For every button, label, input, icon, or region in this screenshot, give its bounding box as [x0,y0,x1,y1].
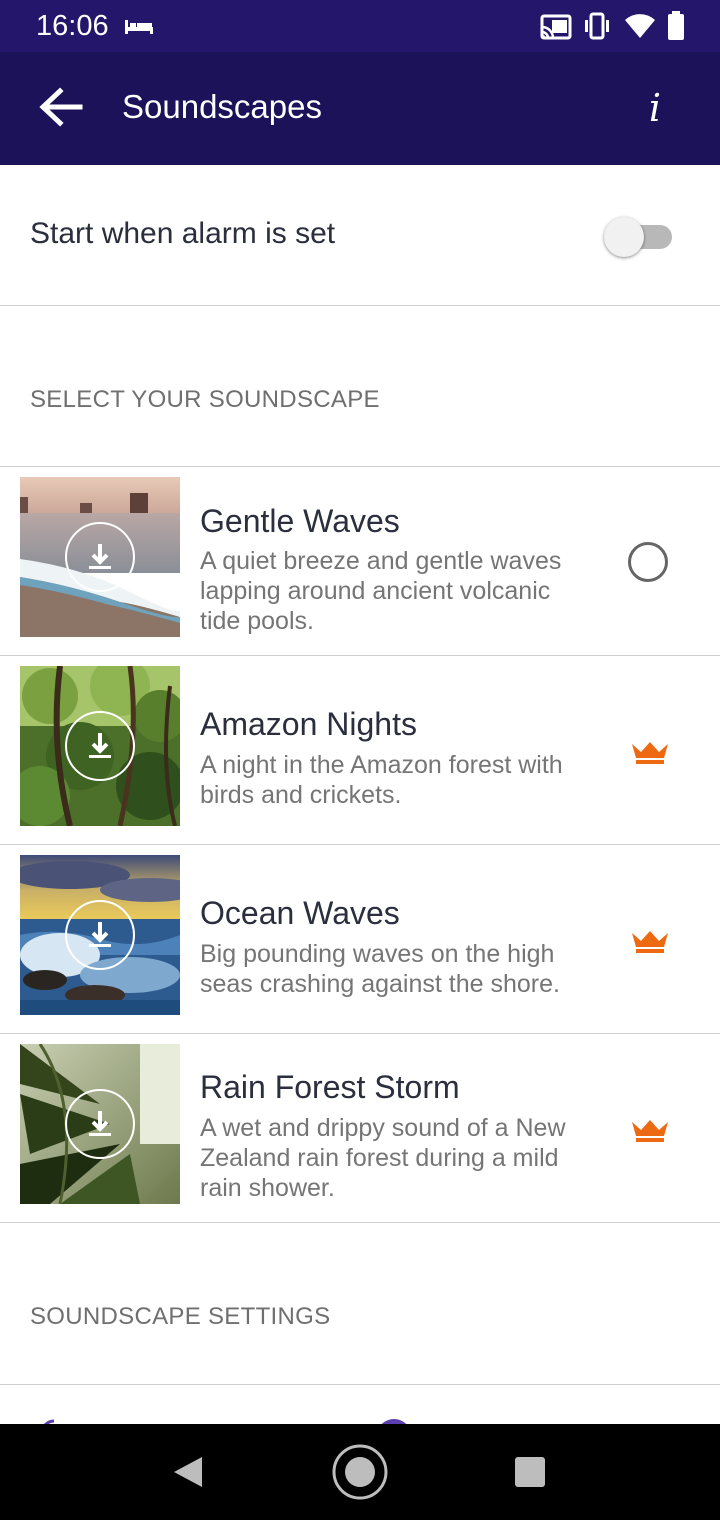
vibrate-icon [585,12,609,40]
amazon-nights-thumbnail[interactable] [20,666,180,826]
download-icon[interactable] [65,900,135,970]
system-navigation-bar [0,1424,720,1520]
description-line: rain shower. [200,1174,335,1202]
download-icon[interactable] [65,711,135,781]
app-bar: Soundscapes i [0,52,720,165]
alarm-toggle-label: Start when alarm is set [30,217,336,250]
soundscape-title: Gentle Waves [200,503,400,539]
description-line: Zealand rain forest during a mild [200,1144,559,1172]
alarm-toggle-switch[interactable] [604,215,672,257]
crown-icon [632,742,668,764]
nav-home-icon[interactable] [330,1442,390,1502]
soundscape-item-amazon-nights[interactable]: Amazon Nights A night in the Amazon fore… [0,655,720,844]
wifi-icon [625,14,655,39]
soundscape-description: A quiet breeze and gentle waves lapping … [200,546,600,636]
section-header-settings: SOUNDSCAPE SETTINGS [30,1303,331,1330]
soundscape-item-gentle-waves[interactable]: Gentle Waves A quiet breeze and gentle w… [0,466,720,655]
back-arrow-icon[interactable] [30,78,90,138]
crown-icon [632,931,668,953]
description-line: A quiet breeze and gentle waves [200,547,562,575]
crown-icon [632,1120,668,1142]
info-button[interactable]: i [628,78,682,138]
select-radio-button[interactable] [628,542,668,582]
soundscape-item-ocean-waves[interactable]: Ocean Waves Big pounding waves on the hi… [0,844,720,1033]
description-line: tide pools. [200,607,314,635]
description-line: A night in the Amazon forest with [200,751,563,779]
soundscape-title: Ocean Waves [200,895,400,931]
description-line: seas crashing against the shore. [200,970,560,998]
cast-icon [540,14,572,40]
page-title: Soundscapes [122,88,322,125]
rain-forest-storm-thumbnail[interactable] [20,1044,180,1204]
description-line: A wet and drippy sound of a New [200,1114,566,1142]
gentle-waves-thumbnail[interactable] [20,477,180,637]
bed-icon [125,20,153,34]
soundscape-description: Big pounding waves on the high seas cras… [200,939,600,999]
soundscape-title: Amazon Nights [200,706,417,742]
settings-row-partial[interactable] [0,1384,720,1424]
section-header-select: SELECT YOUR SOUNDSCAPE [30,386,380,413]
soundscape-description: A night in the Amazon forest with birds … [200,750,600,810]
description-line: Big pounding waves on the high [200,940,555,968]
ocean-waves-thumbnail[interactable] [20,855,180,1015]
nav-recents-icon[interactable] [512,1454,548,1490]
nav-back-icon[interactable] [170,1454,206,1490]
download-icon[interactable] [65,1089,135,1159]
soundscape-description: A wet and drippy sound of a New Zealand … [200,1113,600,1203]
battery-icon [668,11,684,40]
soundscape-title: Rain Forest Storm [200,1069,460,1105]
description-line: birds and crickets. [200,781,402,809]
status-bar: 16:06 [0,0,720,52]
soundscape-item-rain-forest-storm[interactable]: Rain Forest Storm A wet and drippy sound… [0,1033,720,1223]
alarm-toggle-row[interactable]: Start when alarm is set [0,165,720,306]
switch-thumb [604,217,644,257]
description-line: lapping around ancient volcanic [200,577,551,605]
status-time: 16:06 [36,10,109,42]
download-icon[interactable] [65,522,135,592]
